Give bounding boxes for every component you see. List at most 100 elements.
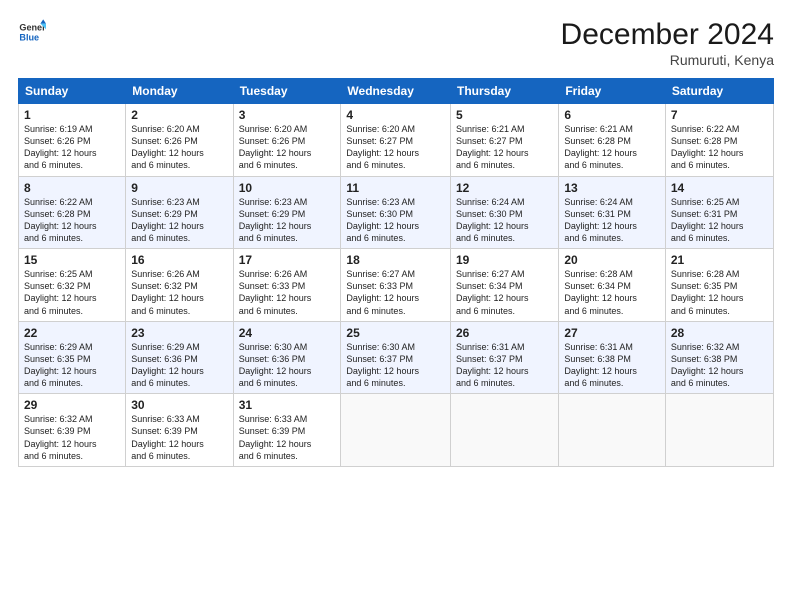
col-friday: Friday: [559, 79, 666, 104]
title-block: December 2024 Rumuruti, Kenya: [561, 18, 774, 68]
day-number: 30: [131, 398, 227, 412]
sunset-label: Sunset: 6:28 PM: [671, 136, 738, 146]
table-row: 16 Sunrise: 6:26 AM Sunset: 6:32 PM Dayl…: [126, 249, 233, 322]
daylight-label: Daylight: 12 hoursand 6 minutes.: [239, 221, 312, 243]
table-row: 15 Sunrise: 6:25 AM Sunset: 6:32 PM Dayl…: [19, 249, 126, 322]
sunrise-label: Sunrise: 6:19 AM: [24, 124, 93, 134]
sunrise-label: Sunrise: 6:25 AM: [24, 269, 93, 279]
daylight-label: Daylight: 12 hoursand 6 minutes.: [24, 293, 97, 315]
day-number: 9: [131, 181, 227, 195]
day-info: Sunrise: 6:20 AM Sunset: 6:27 PM Dayligh…: [346, 123, 445, 172]
daylight-label: Daylight: 12 hoursand 6 minutes.: [456, 221, 529, 243]
day-info: Sunrise: 6:27 AM Sunset: 6:33 PM Dayligh…: [346, 268, 445, 317]
daylight-label: Daylight: 12 hoursand 6 minutes.: [564, 293, 637, 315]
svg-text:Blue: Blue: [19, 32, 39, 42]
sunset-label: Sunset: 6:34 PM: [564, 281, 631, 291]
sunset-label: Sunset: 6:37 PM: [456, 354, 523, 364]
table-row: 6 Sunrise: 6:21 AM Sunset: 6:28 PM Dayli…: [559, 104, 666, 177]
daylight-label: Daylight: 12 hoursand 6 minutes.: [564, 366, 637, 388]
calendar-week-row: 8 Sunrise: 6:22 AM Sunset: 6:28 PM Dayli…: [19, 176, 774, 249]
daylight-label: Daylight: 12 hoursand 6 minutes.: [671, 221, 744, 243]
day-info: Sunrise: 6:21 AM Sunset: 6:28 PM Dayligh…: [564, 123, 660, 172]
day-number: 26: [456, 326, 553, 340]
day-number: 11: [346, 181, 445, 195]
sunrise-label: Sunrise: 6:32 AM: [24, 414, 93, 424]
table-row: 30 Sunrise: 6:33 AM Sunset: 6:39 PM Dayl…: [126, 394, 233, 467]
day-info: Sunrise: 6:19 AM Sunset: 6:26 PM Dayligh…: [24, 123, 120, 172]
sunset-label: Sunset: 6:32 PM: [24, 281, 91, 291]
sunrise-label: Sunrise: 6:33 AM: [239, 414, 308, 424]
table-row: 4 Sunrise: 6:20 AM Sunset: 6:27 PM Dayli…: [341, 104, 451, 177]
day-number: 21: [671, 253, 768, 267]
sunrise-label: Sunrise: 6:32 AM: [671, 342, 740, 352]
daylight-label: Daylight: 12 hoursand 6 minutes.: [131, 366, 204, 388]
sunrise-label: Sunrise: 6:27 AM: [456, 269, 525, 279]
sunrise-label: Sunrise: 6:20 AM: [131, 124, 200, 134]
day-info: Sunrise: 6:22 AM Sunset: 6:28 PM Dayligh…: [671, 123, 768, 172]
col-thursday: Thursday: [451, 79, 559, 104]
table-row: 18 Sunrise: 6:27 AM Sunset: 6:33 PM Dayl…: [341, 249, 451, 322]
day-info: Sunrise: 6:30 AM Sunset: 6:37 PM Dayligh…: [346, 341, 445, 390]
sunrise-label: Sunrise: 6:21 AM: [564, 124, 633, 134]
day-number: 25: [346, 326, 445, 340]
table-row: 26 Sunrise: 6:31 AM Sunset: 6:37 PM Dayl…: [451, 321, 559, 394]
day-info: Sunrise: 6:28 AM Sunset: 6:35 PM Dayligh…: [671, 268, 768, 317]
day-info: Sunrise: 6:25 AM Sunset: 6:31 PM Dayligh…: [671, 196, 768, 245]
sunrise-label: Sunrise: 6:25 AM: [671, 197, 740, 207]
table-row: 19 Sunrise: 6:27 AM Sunset: 6:34 PM Dayl…: [451, 249, 559, 322]
table-row: 31 Sunrise: 6:33 AM Sunset: 6:39 PM Dayl…: [233, 394, 341, 467]
day-number: 6: [564, 108, 660, 122]
sunrise-label: Sunrise: 6:30 AM: [346, 342, 415, 352]
calendar-table: Sunday Monday Tuesday Wednesday Thursday…: [18, 78, 774, 467]
daylight-label: Daylight: 12 hoursand 6 minutes.: [131, 293, 204, 315]
day-info: Sunrise: 6:31 AM Sunset: 6:38 PM Dayligh…: [564, 341, 660, 390]
day-info: Sunrise: 6:24 AM Sunset: 6:30 PM Dayligh…: [456, 196, 553, 245]
day-info: Sunrise: 6:26 AM Sunset: 6:33 PM Dayligh…: [239, 268, 336, 317]
logo: General Blue: [18, 18, 46, 46]
day-number: 3: [239, 108, 336, 122]
table-row: [559, 394, 666, 467]
day-info: Sunrise: 6:32 AM Sunset: 6:38 PM Dayligh…: [671, 341, 768, 390]
day-number: 31: [239, 398, 336, 412]
sunset-label: Sunset: 6:28 PM: [24, 209, 91, 219]
daylight-label: Daylight: 12 hoursand 6 minutes.: [346, 221, 419, 243]
day-number: 10: [239, 181, 336, 195]
day-info: Sunrise: 6:27 AM Sunset: 6:34 PM Dayligh…: [456, 268, 553, 317]
table-row: 14 Sunrise: 6:25 AM Sunset: 6:31 PM Dayl…: [665, 176, 773, 249]
sunrise-label: Sunrise: 6:26 AM: [131, 269, 200, 279]
sunset-label: Sunset: 6:26 PM: [239, 136, 306, 146]
sunset-label: Sunset: 6:38 PM: [564, 354, 631, 364]
day-number: 2: [131, 108, 227, 122]
sunset-label: Sunset: 6:36 PM: [131, 354, 198, 364]
day-info: Sunrise: 6:24 AM Sunset: 6:31 PM Dayligh…: [564, 196, 660, 245]
sunset-label: Sunset: 6:35 PM: [24, 354, 91, 364]
sunset-label: Sunset: 6:26 PM: [131, 136, 198, 146]
daylight-label: Daylight: 12 hoursand 6 minutes.: [131, 221, 204, 243]
location: Rumuruti, Kenya: [561, 52, 774, 68]
daylight-label: Daylight: 12 hoursand 6 minutes.: [346, 293, 419, 315]
table-row: 7 Sunrise: 6:22 AM Sunset: 6:28 PM Dayli…: [665, 104, 773, 177]
sunset-label: Sunset: 6:31 PM: [564, 209, 631, 219]
day-info: Sunrise: 6:33 AM Sunset: 6:39 PM Dayligh…: [239, 413, 336, 462]
sunset-label: Sunset: 6:26 PM: [24, 136, 91, 146]
day-info: Sunrise: 6:23 AM Sunset: 6:30 PM Dayligh…: [346, 196, 445, 245]
table-row: 28 Sunrise: 6:32 AM Sunset: 6:38 PM Dayl…: [665, 321, 773, 394]
daylight-label: Daylight: 12 hoursand 6 minutes.: [24, 366, 97, 388]
sunset-label: Sunset: 6:39 PM: [239, 426, 306, 436]
sunrise-label: Sunrise: 6:20 AM: [239, 124, 308, 134]
sunrise-label: Sunrise: 6:21 AM: [456, 124, 525, 134]
table-row: 1 Sunrise: 6:19 AM Sunset: 6:26 PM Dayli…: [19, 104, 126, 177]
day-number: 14: [671, 181, 768, 195]
table-row: 10 Sunrise: 6:23 AM Sunset: 6:29 PM Dayl…: [233, 176, 341, 249]
col-monday: Monday: [126, 79, 233, 104]
daylight-label: Daylight: 12 hoursand 6 minutes.: [456, 366, 529, 388]
day-info: Sunrise: 6:20 AM Sunset: 6:26 PM Dayligh…: [239, 123, 336, 172]
table-row: 27 Sunrise: 6:31 AM Sunset: 6:38 PM Dayl…: [559, 321, 666, 394]
day-number: 24: [239, 326, 336, 340]
sunrise-label: Sunrise: 6:27 AM: [346, 269, 415, 279]
day-info: Sunrise: 6:22 AM Sunset: 6:28 PM Dayligh…: [24, 196, 120, 245]
sunrise-label: Sunrise: 6:28 AM: [564, 269, 633, 279]
daylight-label: Daylight: 12 hoursand 6 minutes.: [346, 366, 419, 388]
table-row: [665, 394, 773, 467]
day-number: 12: [456, 181, 553, 195]
